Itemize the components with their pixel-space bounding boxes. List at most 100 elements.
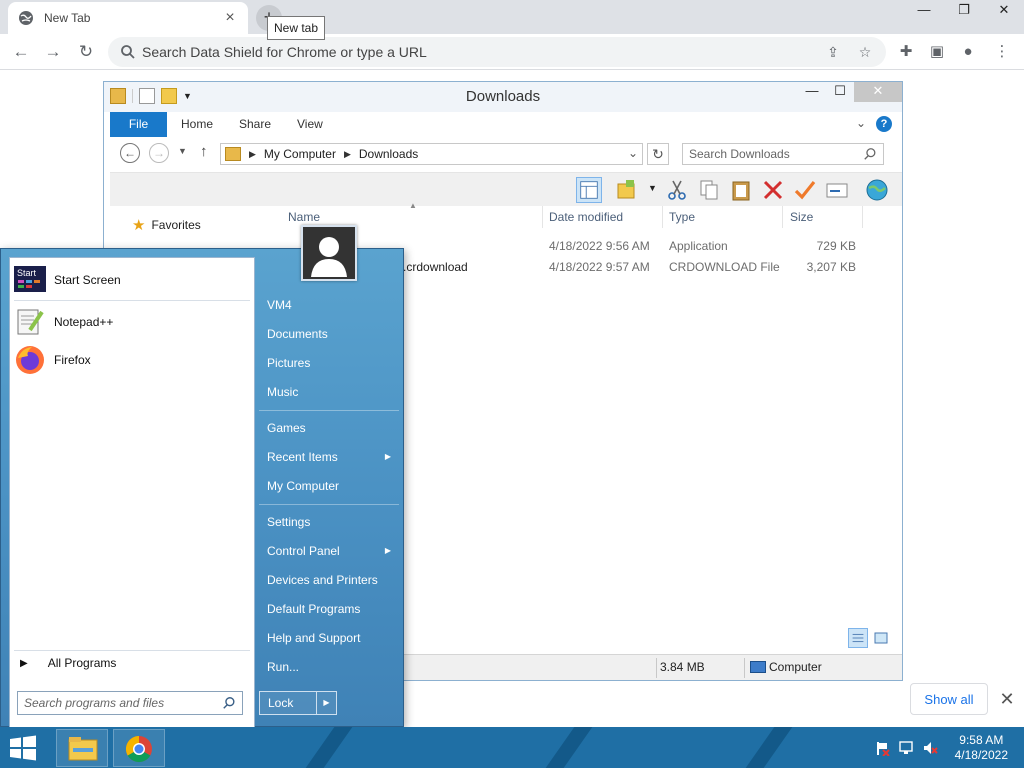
minimize-button[interactable]: — (904, 0, 944, 22)
column-header-date[interactable]: Date modified (549, 206, 623, 230)
explorer-search-input[interactable] (683, 144, 853, 164)
preview-pane-icon[interactable] (576, 177, 602, 203)
clock-time: 9:58 AM (959, 733, 1004, 747)
start-right-documents[interactable]: Documents (267, 323, 397, 345)
ribbon-tab-share[interactable]: Share (239, 112, 271, 137)
cut-scissors-icon[interactable] (664, 177, 690, 203)
ribbon-tab-home[interactable]: Home (181, 112, 213, 137)
start-item-start-screen[interactable]: Start Start Screen (14, 262, 250, 298)
all-programs[interactable]: ▶ All Programs (20, 656, 116, 670)
side-panel-icon[interactable]: ▣ (927, 42, 947, 62)
search-icon (223, 697, 235, 709)
file-explorer-icon (68, 737, 98, 761)
omnibox-input[interactable] (142, 37, 792, 67)
start-right-recent-items[interactable]: Recent Items ▶ (267, 446, 397, 468)
action-center-flag-icon[interactable] (874, 740, 890, 756)
chrome-menu-icon[interactable]: ⋮ (992, 42, 1012, 62)
close-button[interactable]: ✕ (984, 0, 1024, 22)
start-right-user[interactable]: VM4 (267, 294, 397, 316)
properties-card-icon[interactable] (824, 177, 850, 203)
start-right-run[interactable]: Run... (267, 656, 397, 678)
ribbon-tab-file[interactable]: File (110, 112, 167, 137)
network-globe-icon[interactable] (864, 177, 890, 203)
ribbon-tab-view[interactable]: View (297, 112, 323, 137)
back-icon[interactable]: ← (120, 143, 140, 163)
extensions-puzzle-icon[interactable]: ✚ (896, 42, 916, 62)
copy-icon[interactable] (696, 177, 722, 203)
help-icon[interactable]: ? (876, 116, 892, 132)
user-avatar[interactable] (301, 225, 357, 281)
tab-close-button[interactable]: × (222, 10, 238, 26)
download-shelf-close-icon[interactable]: ✕ (996, 688, 1018, 710)
volume-muted-icon[interactable] (922, 740, 938, 756)
start-right-settings[interactable]: Settings (267, 511, 397, 533)
refresh-icon[interactable]: ↻ (647, 143, 669, 165)
start-menu-divider (14, 650, 250, 651)
column-separator[interactable] (862, 206, 863, 228)
rename-check-icon[interactable] (792, 177, 818, 203)
start-right-games[interactable]: Games (267, 417, 397, 439)
lock-options-arrow-icon[interactable]: ▶ (316, 692, 336, 714)
start-right-music[interactable]: Music (267, 381, 397, 403)
browser-tab[interactable]: New Tab × (8, 2, 248, 34)
column-separator[interactable] (662, 206, 663, 228)
profile-avatar-icon[interactable]: ● (958, 42, 978, 62)
start-right-pictures[interactable]: Pictures (267, 352, 397, 374)
start-item-firefox[interactable]: Firefox (14, 342, 250, 378)
explorer-maximize-button[interactable]: ☐ (826, 82, 854, 102)
restore-button[interactable]: ❐ (944, 0, 984, 22)
chrome-tabstrip: New Tab × + — ❐ ✕ (0, 0, 1024, 34)
start-right-help-support[interactable]: Help and Support (267, 627, 397, 649)
ribbon-expand-chevron-icon[interactable]: ⌄ (856, 116, 866, 130)
bookmark-star-icon[interactable]: ☆ (856, 43, 874, 61)
large-icons-view-icon[interactable] (871, 628, 891, 648)
star-icon: ★ (132, 217, 146, 234)
start-button-windows-icon[interactable] (6, 733, 40, 763)
paste-clipboard-icon[interactable] (728, 177, 754, 203)
start-menu: Start Start Screen Notepad++ Firefox ▶ A… (0, 225, 404, 729)
start-right-my-computer[interactable]: My Computer (267, 475, 397, 497)
share-icon[interactable]: ⇪ (824, 43, 842, 61)
start-search[interactable] (17, 691, 243, 715)
recent-locations-dropdown-icon[interactable]: ▼ (178, 146, 187, 156)
address-dropdown-icon[interactable]: ⌄ (628, 146, 638, 160)
address-bar[interactable]: ▶ My Computer ▶ Downloads ⌄ (220, 143, 643, 165)
explorer-close-button[interactable]: ✕ (854, 82, 902, 102)
system-clock[interactable]: 9:58 AM 4/18/2022 (955, 733, 1008, 763)
details-view-icon[interactable] (848, 628, 868, 648)
nav-favorites[interactable]: ★ Favorites (132, 216, 201, 234)
column-separator[interactable] (542, 206, 543, 228)
folder-options-icon[interactable] (614, 177, 640, 203)
taskbar-file-explorer[interactable] (56, 729, 108, 767)
submenu-arrow-icon: ▶ (384, 546, 391, 555)
breadcrumb-downloads[interactable]: Downloads (359, 147, 418, 161)
folder-options-dropdown-icon[interactable]: ▼ (648, 183, 657, 193)
start-right-devices-printers[interactable]: Devices and Printers (267, 569, 397, 591)
show-all-downloads-button[interactable]: Show all (910, 683, 988, 715)
command-bar: ▼ (110, 172, 902, 206)
back-arrow-icon[interactable]: ← (9, 40, 33, 64)
column-header-size[interactable]: Size (790, 206, 813, 230)
reload-icon[interactable]: ↻ (74, 40, 98, 64)
start-right-default-programs[interactable]: Default Programs (267, 598, 397, 620)
new-tab-tooltip: New tab (267, 16, 326, 40)
taskbar-chrome[interactable] (113, 729, 165, 767)
network-icon[interactable] (898, 740, 914, 756)
column-header-type[interactable]: Type (669, 206, 695, 230)
omnibox[interactable]: ⇪ ☆ (108, 37, 886, 67)
explorer-minimize-button[interactable]: — (798, 82, 826, 102)
up-arrow-icon[interactable]: ↑ (200, 143, 208, 160)
forward-icon[interactable]: → (149, 143, 169, 163)
lock-button[interactable]: Lock ▶ (259, 691, 337, 715)
explorer-search[interactable] (682, 143, 884, 165)
column-separator[interactable] (782, 206, 783, 228)
start-item-notepadpp[interactable]: Notepad++ (14, 304, 250, 340)
delete-x-icon[interactable] (760, 177, 786, 203)
user-silhouette-icon (303, 227, 355, 279)
breadcrumb-my-computer[interactable]: My Computer (264, 147, 336, 161)
start-search-input[interactable] (18, 692, 214, 714)
taskbar: 9:58 AM 4/18/2022 (0, 727, 1024, 768)
start-right-control-panel[interactable]: Control Panel ▶ (267, 540, 397, 562)
start-item-label: Firefox (54, 353, 91, 367)
forward-arrow-icon[interactable]: → (41, 40, 65, 64)
